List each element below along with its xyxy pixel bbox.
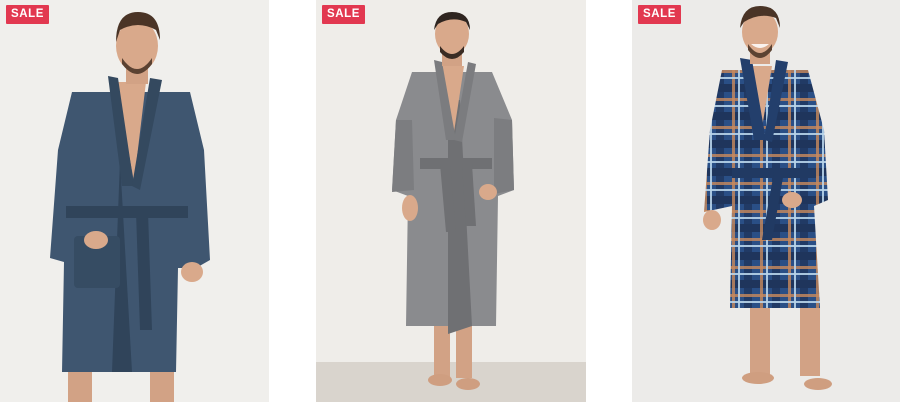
product-image-2[interactable]	[316, 0, 586, 402]
sale-badge-2: SALE	[322, 5, 366, 24]
product-card-2[interactable]: SALE	[316, 0, 586, 402]
product-image-3[interactable]	[632, 0, 900, 402]
product-card-3[interactable]: SALE	[632, 0, 900, 402]
sale-badge-3: SALE	[638, 5, 682, 24]
product-image-1[interactable]	[0, 0, 269, 402]
sale-badge-1: SALE	[6, 5, 50, 24]
product-card-1[interactable]: SALE	[0, 0, 269, 402]
